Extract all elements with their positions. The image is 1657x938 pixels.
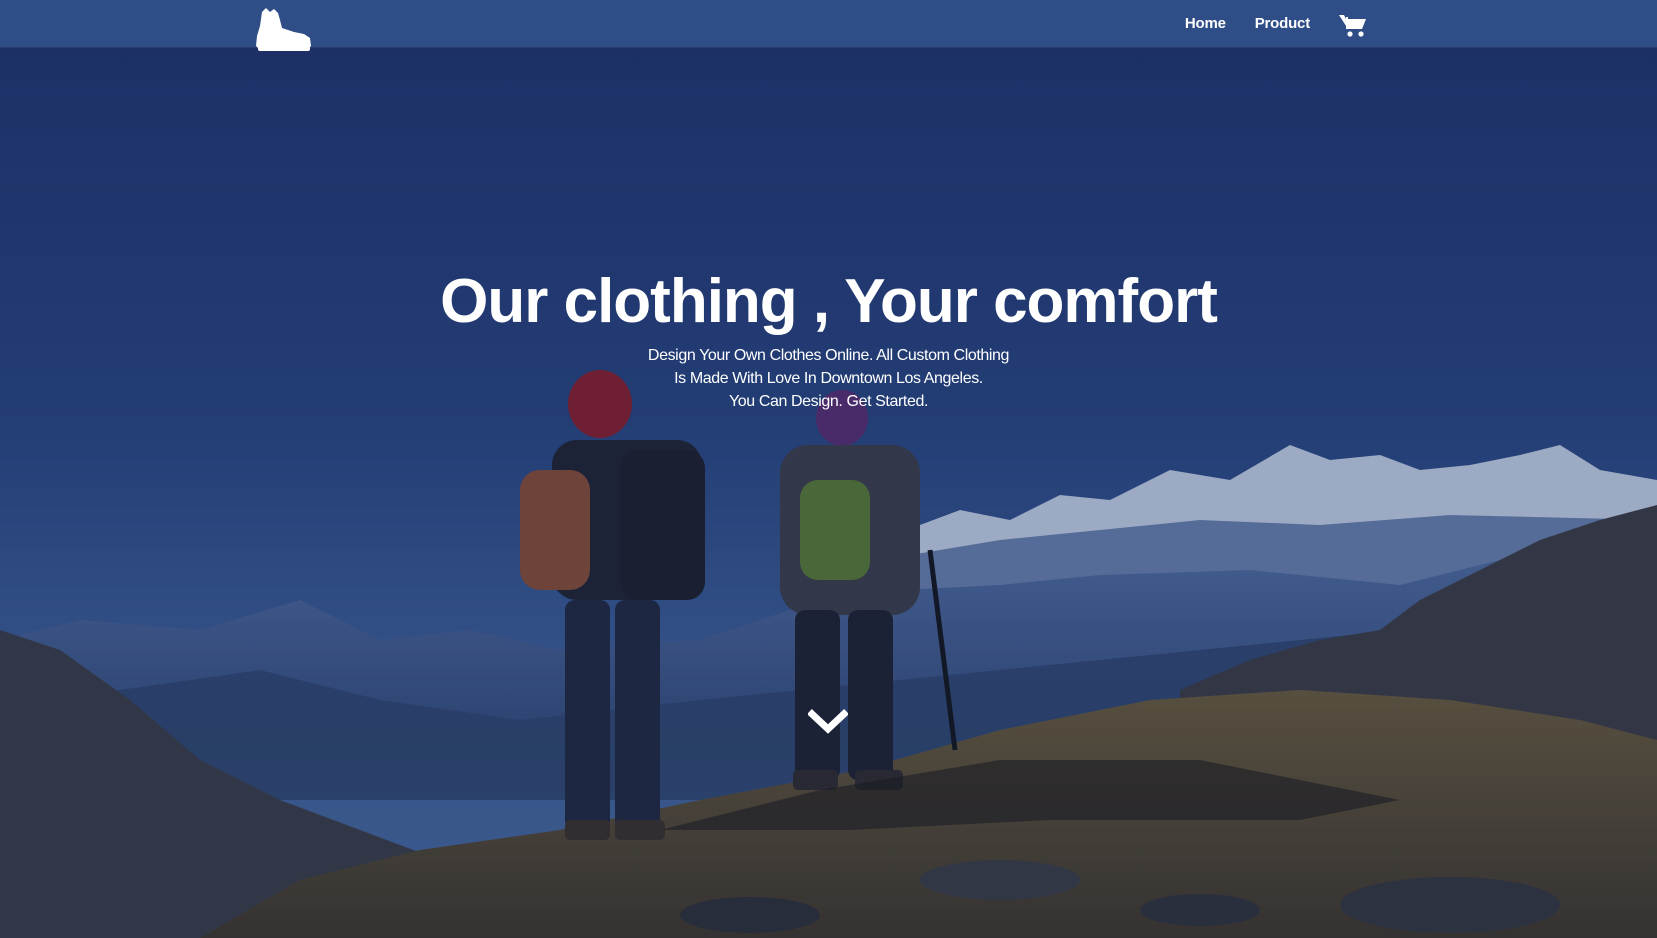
hiking-boot-icon[interactable] (254, 8, 312, 52)
hero-title: Our clothing , Your comfort (440, 267, 1218, 336)
nav-home-link[interactable]: Home (1185, 15, 1226, 32)
hero-subtitle-line-1: Design Your Own Clothes Online. All Cust… (647, 347, 1010, 364)
hero-subtitle-line-2: Is Made With Love In Downtown Los Angele… (674, 370, 983, 387)
nav-links: Home Product (1185, 0, 1367, 47)
hero-text-block: Our clothing , Your comfort Design Your … (0, 262, 1657, 413)
landing-page: Home Product Our clothing , Your comfort… (0, 0, 1657, 938)
top-navbar: Home Product (0, 0, 1657, 51)
hero-subtitle: Design Your Own Clothes Online. All Cust… (0, 344, 1657, 413)
shopping-cart-icon[interactable] (1339, 13, 1367, 37)
chevron-down-icon[interactable] (807, 708, 849, 736)
hero-background-image (0, 0, 1657, 938)
nav-product-link[interactable]: Product (1255, 15, 1310, 32)
hero-subtitle-line-3: You Can Design. Get Started. (728, 393, 928, 410)
